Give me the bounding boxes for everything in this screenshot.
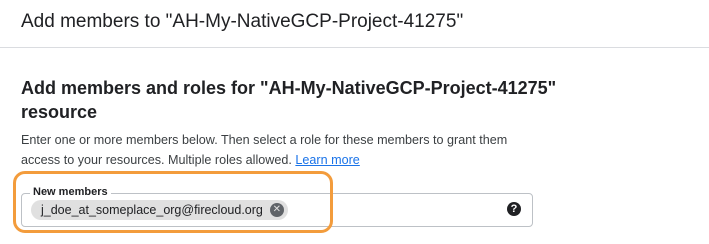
section-description: Enter one or more members below. Then se… — [21, 130, 541, 170]
new-members-label: New members — [30, 185, 111, 199]
dialog-title: Add members to "AH-My-NativeGCP-Project-… — [21, 11, 464, 32]
member-chip-text: j_doe_at_someplace_org@firecloud.org — [41, 203, 263, 217]
add-members-dialog: Add members to "AH-My-NativeGCP-Project-… — [0, 0, 709, 244]
dialog-header: Add members to "AH-My-NativeGCP-Project-… — [0, 0, 709, 48]
section-heading: Add members and roles for "AH-My-NativeG… — [21, 78, 557, 122]
new-members-field[interactable]: New members j_doe_at_someplace_org@firec… — [21, 185, 533, 227]
learn-more-link[interactable]: Learn more — [295, 153, 359, 167]
close-icon[interactable]: ✕ — [269, 203, 284, 217]
member-chip[interactable]: j_doe_at_someplace_org@firecloud.org ✕ — [31, 200, 288, 220]
help-icon[interactable]: ? — [507, 202, 521, 216]
description-text: Enter one or more members below. Then se… — [21, 133, 508, 167]
